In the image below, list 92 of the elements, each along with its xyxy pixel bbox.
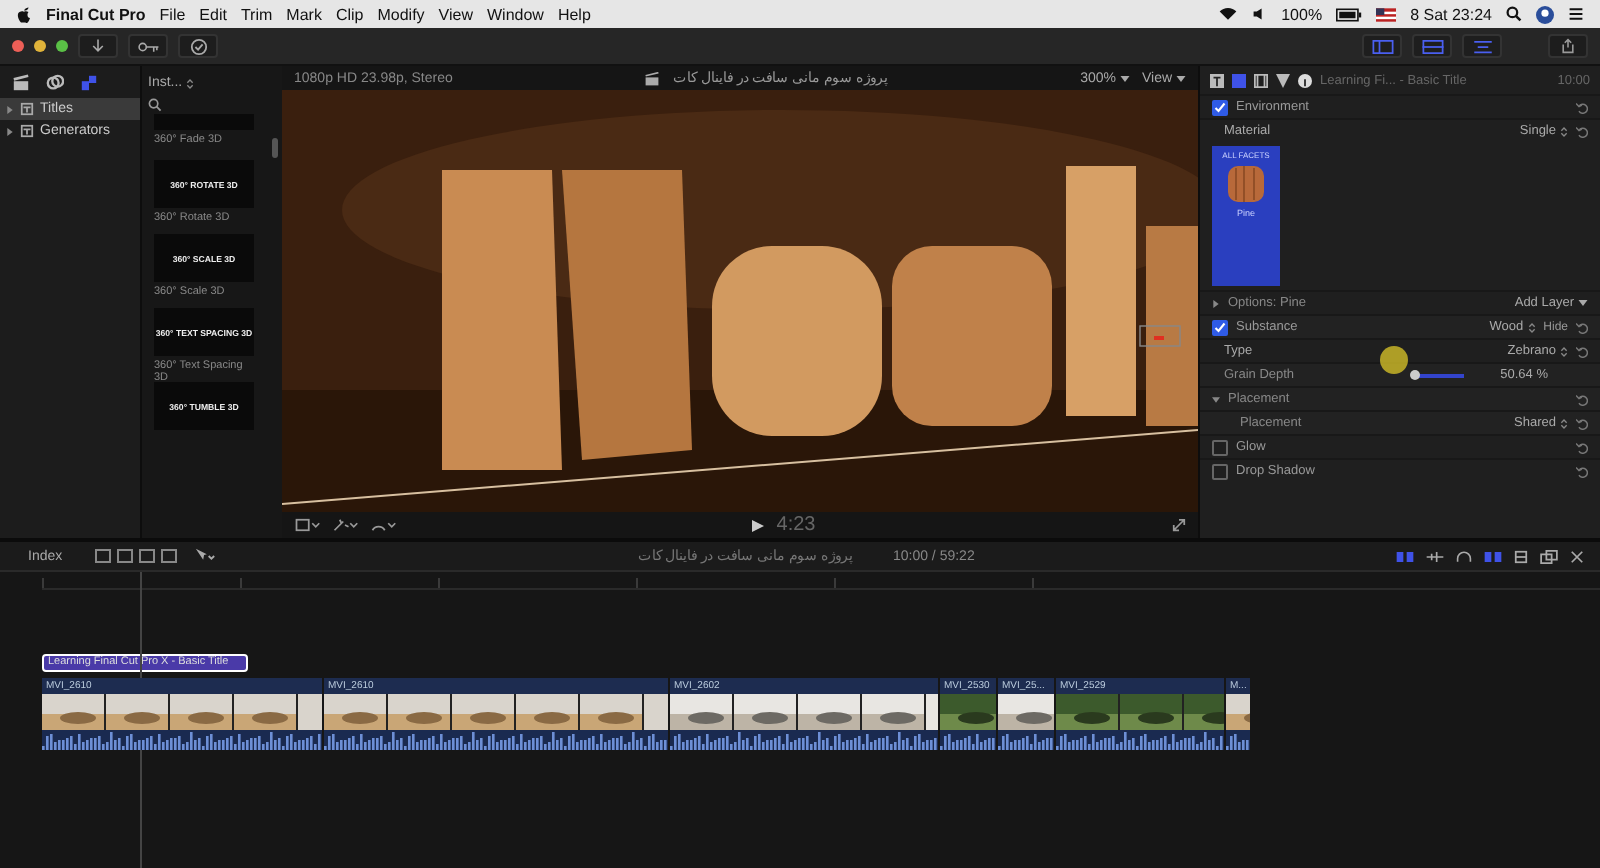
reset-icon[interactable] bbox=[1576, 125, 1588, 137]
reset-icon[interactable] bbox=[1576, 465, 1588, 477]
chevron-down-icon bbox=[1176, 75, 1187, 81]
checkbox[interactable] bbox=[1212, 463, 1228, 479]
wood-cube-icon bbox=[1226, 164, 1266, 204]
volume-icon[interactable] bbox=[1251, 6, 1268, 22]
stepper-icon bbox=[1560, 125, 1568, 137]
magic-wand-icon[interactable] bbox=[332, 518, 358, 532]
clip-view-icon[interactable] bbox=[1540, 549, 1559, 563]
filter-tab-icon[interactable] bbox=[1276, 73, 1290, 87]
sliders-icon bbox=[1471, 39, 1493, 53]
menu-item[interactable]: View bbox=[438, 5, 473, 23]
reset-icon[interactable] bbox=[1576, 345, 1588, 357]
wifi-icon[interactable] bbox=[1217, 6, 1238, 22]
minimize-button[interactable] bbox=[34, 40, 46, 52]
check-button[interactable] bbox=[178, 34, 218, 58]
fullscreen-icon[interactable] bbox=[1172, 518, 1186, 532]
checkbox[interactable] bbox=[1212, 439, 1228, 455]
menu-item[interactable]: File bbox=[159, 5, 186, 23]
menu-item[interactable]: Trim bbox=[240, 5, 273, 23]
stacked-panel-icon bbox=[1421, 39, 1443, 53]
disclosure-icon[interactable] bbox=[6, 105, 14, 113]
menu-icon[interactable] bbox=[1568, 6, 1584, 22]
stepper-icon bbox=[1560, 417, 1568, 429]
search-icon[interactable] bbox=[1506, 6, 1522, 22]
stepper-icon bbox=[186, 77, 195, 89]
fit-icon[interactable] bbox=[1570, 549, 1585, 563]
menu-item[interactable]: Help bbox=[557, 5, 591, 23]
share-button[interactable] bbox=[1548, 34, 1588, 58]
reset-icon[interactable] bbox=[1576, 321, 1588, 333]
slider-thumb[interactable] bbox=[1410, 369, 1421, 379]
split-panel-icon bbox=[1371, 39, 1393, 53]
text-tab-icon[interactable] bbox=[1210, 73, 1224, 87]
title-icon bbox=[20, 124, 34, 138]
key-button[interactable] bbox=[128, 34, 168, 58]
disclosure-icon[interactable] bbox=[6, 127, 14, 135]
speed-icon[interactable] bbox=[370, 518, 396, 532]
menu-item[interactable]: Mark bbox=[286, 5, 322, 23]
cursor-highlight bbox=[1380, 346, 1408, 374]
photos-icon[interactable] bbox=[46, 73, 64, 91]
key-icon bbox=[137, 39, 159, 53]
checkmark-icon bbox=[189, 37, 207, 55]
import-button[interactable] bbox=[78, 34, 118, 58]
menu-item[interactable]: Clip bbox=[335, 5, 364, 23]
stepper-icon bbox=[1560, 345, 1568, 357]
close-button[interactable] bbox=[12, 40, 24, 52]
menu-item[interactable]: Modify bbox=[377, 5, 425, 23]
info-tab-icon[interactable] bbox=[1298, 73, 1312, 87]
scrollbar[interactable] bbox=[272, 138, 278, 158]
titles-generators-icon[interactable] bbox=[80, 73, 98, 91]
download-icon bbox=[90, 38, 106, 54]
reset-icon[interactable] bbox=[1576, 441, 1588, 453]
chevron-down-icon bbox=[1578, 300, 1588, 306]
title-thumbnail[interactable] bbox=[154, 114, 254, 130]
disclosure-icon[interactable] bbox=[1212, 395, 1220, 403]
headphones-icon[interactable] bbox=[1456, 549, 1473, 563]
clapper-icon[interactable] bbox=[12, 73, 30, 91]
play-icon[interactable] bbox=[752, 519, 765, 531]
checkbox[interactable] bbox=[1212, 99, 1228, 115]
apple-icon[interactable] bbox=[16, 5, 32, 23]
browser-toggle-button[interactable] bbox=[1362, 34, 1402, 58]
clapper-icon bbox=[644, 71, 661, 85]
reset-icon[interactable] bbox=[1576, 101, 1588, 113]
menu-item[interactable]: Window bbox=[487, 5, 544, 23]
battery-percent: 100% bbox=[1281, 5, 1323, 23]
solo-icon[interactable] bbox=[1514, 549, 1529, 563]
checkbox[interactable] bbox=[1212, 319, 1228, 335]
chevron-down-icon bbox=[1119, 75, 1130, 81]
reset-icon[interactable] bbox=[1576, 417, 1588, 429]
timeline-toggle-button[interactable] bbox=[1412, 34, 1452, 58]
inspector-toggle-button[interactable] bbox=[1462, 34, 1502, 58]
app-menu[interactable]: Final Cut Pro bbox=[46, 5, 146, 23]
user-icon[interactable] bbox=[1536, 5, 1554, 23]
disclosure-icon[interactable] bbox=[1212, 299, 1220, 307]
stepper-icon bbox=[1527, 321, 1536, 333]
menubar-clock[interactable]: 8 Sat 23:24 bbox=[1410, 5, 1492, 23]
battery-icon[interactable] bbox=[1336, 7, 1363, 21]
reset-icon[interactable] bbox=[1576, 393, 1588, 405]
zoom-button[interactable] bbox=[56, 40, 68, 52]
title-icon bbox=[20, 102, 34, 116]
share-icon bbox=[1560, 38, 1576, 54]
pointer-icon[interactable] bbox=[194, 548, 217, 564]
menu-item[interactable]: Edit bbox=[199, 5, 227, 23]
crop-icon[interactable] bbox=[294, 518, 320, 532]
flag-icon[interactable] bbox=[1376, 7, 1397, 21]
snapping-icon[interactable] bbox=[1484, 551, 1503, 561]
timecode-display: 4:23 bbox=[776, 514, 816, 536]
film-tab-icon[interactable] bbox=[1254, 73, 1268, 87]
skimming-icon[interactable] bbox=[1396, 551, 1415, 561]
search-icon[interactable] bbox=[148, 98, 162, 112]
title-tab-icon[interactable] bbox=[1232, 73, 1246, 87]
clip-appearance-icon[interactable] bbox=[94, 548, 183, 564]
